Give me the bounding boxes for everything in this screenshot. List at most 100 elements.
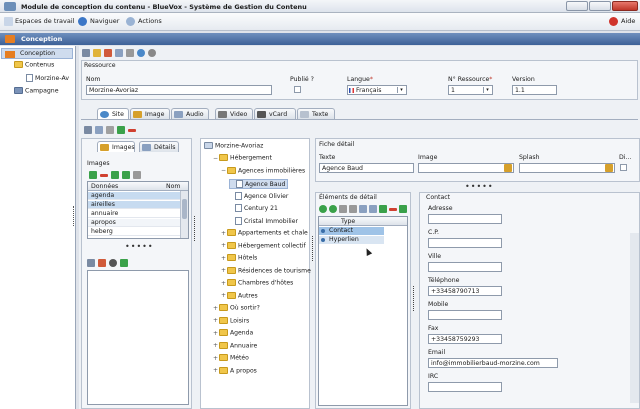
new-icon[interactable] bbox=[82, 49, 90, 57]
splash-field[interactable] bbox=[519, 163, 615, 173]
refresh-icon[interactable] bbox=[137, 49, 145, 57]
minus-icon[interactable] bbox=[389, 208, 397, 211]
resource-no-select[interactable]: 1 ▾ bbox=[448, 85, 493, 95]
nav-item-conception[interactable]: Conception bbox=[1, 48, 73, 59]
check-icon[interactable] bbox=[117, 126, 125, 134]
move-icon[interactable] bbox=[111, 171, 119, 179]
tab-images[interactable]: Images bbox=[97, 141, 135, 152]
copy-icon[interactable] bbox=[115, 49, 123, 57]
image-row[interactable]: apropos bbox=[88, 219, 180, 227]
type-column-header[interactable]: Type bbox=[319, 217, 407, 226]
chevron-down-icon[interactable]: ▾ bbox=[483, 87, 491, 93]
upload-icon[interactable] bbox=[122, 171, 130, 179]
contact-field-input[interactable]: +33458790713 bbox=[428, 286, 502, 296]
tab-image[interactable]: Image bbox=[130, 108, 170, 119]
splitter-handle-2[interactable]: ••••• bbox=[465, 182, 494, 191]
tab-audio[interactable]: Audio bbox=[171, 108, 209, 119]
nav-item-contenus[interactable]: Contenus bbox=[14, 61, 54, 69]
contact-field-input[interactable] bbox=[428, 310, 502, 320]
contact-scrollbar[interactable] bbox=[630, 233, 639, 403]
tab-site[interactable]: Site bbox=[97, 108, 129, 119]
image-row[interactable]: aireilles bbox=[88, 201, 180, 209]
tree-item[interactable]: + Où sortir? bbox=[213, 304, 260, 312]
help-button[interactable]: Aide bbox=[621, 17, 635, 25]
plus-icon[interactable] bbox=[379, 205, 387, 213]
splitter-handle[interactable]: ••••• bbox=[125, 242, 154, 251]
tree-item[interactable]: Century 21 bbox=[229, 204, 278, 212]
tree-item[interactable]: + Loisirs bbox=[213, 316, 249, 324]
save-small-icon[interactable] bbox=[98, 259, 106, 267]
reload-icon[interactable] bbox=[329, 205, 337, 213]
tree-item[interactable]: + Annuaire bbox=[213, 341, 257, 349]
image-field[interactable] bbox=[418, 163, 514, 173]
tree-item[interactable]: Cristal Immobilier bbox=[229, 216, 298, 225]
contact-field-input[interactable] bbox=[428, 382, 502, 392]
down-icon[interactable] bbox=[399, 205, 407, 213]
tree-item[interactable]: Agence Olivier bbox=[229, 191, 288, 200]
tree-item[interactable]: + Chambres d'hôtes bbox=[221, 279, 293, 287]
contact-field-input[interactable] bbox=[428, 238, 502, 248]
vertical-splitter-3[interactable] bbox=[413, 286, 416, 311]
language-select[interactable]: Français ▾ bbox=[347, 85, 407, 95]
chevron-down-icon[interactable]: ▾ bbox=[397, 87, 405, 93]
image-row[interactable]: heberg bbox=[88, 228, 180, 236]
tree-item[interactable]: + Agenda bbox=[213, 329, 253, 337]
element-row-hyperlien[interactable]: Hyperlien bbox=[319, 236, 384, 244]
actions-menu[interactable]: Actions bbox=[138, 17, 162, 25]
texte-field[interactable]: Agence Baud bbox=[319, 163, 414, 173]
refresh-small-icon[interactable] bbox=[319, 205, 327, 213]
tab-details[interactable]: Détails bbox=[139, 141, 179, 152]
contact-field-input[interactable]: info@immobilierbaud-morzine.com bbox=[428, 358, 558, 368]
grid-icon[interactable] bbox=[84, 126, 92, 134]
tree-item[interactable]: Agence Baud bbox=[229, 179, 289, 189]
tree-item[interactable]: − Hébergement bbox=[213, 154, 272, 162]
minimize-button[interactable] bbox=[566, 1, 588, 11]
save-icon[interactable] bbox=[104, 49, 112, 57]
folder-open-icon[interactable] bbox=[87, 259, 95, 267]
users-icon[interactable] bbox=[359, 205, 367, 213]
vertical-splitter[interactable] bbox=[194, 216, 197, 241]
contact-field-input[interactable] bbox=[428, 262, 502, 272]
tree-item[interactable]: − Agences immobilières bbox=[221, 166, 305, 174]
nav-item-morzine[interactable]: Morzine-Av bbox=[26, 74, 69, 82]
data-column-header[interactable]: Données bbox=[91, 183, 118, 190]
tree-root[interactable]: Morzine-Avoriaz bbox=[204, 142, 263, 150]
sort-icon[interactable] bbox=[349, 205, 357, 213]
navigate-menu[interactable]: Naviguer bbox=[90, 17, 119, 25]
tree-item[interactable]: + Appartements et chale bbox=[221, 229, 308, 237]
tree-item[interactable]: + A propos bbox=[213, 366, 257, 374]
di-checkbox[interactable] bbox=[620, 164, 627, 171]
check-small-icon[interactable] bbox=[120, 259, 128, 267]
name-column-header[interactable]: Nom bbox=[166, 183, 180, 190]
tab-video[interactable]: Video bbox=[215, 108, 253, 119]
workspaces-menu[interactable]: Espaces de travail bbox=[15, 17, 74, 25]
tree-item[interactable]: + Autres bbox=[221, 291, 258, 299]
download-icon[interactable] bbox=[133, 171, 141, 179]
element-row-contact[interactable]: Contact bbox=[319, 227, 384, 235]
globe-icon[interactable] bbox=[109, 259, 117, 267]
version-field[interactable]: 1.1 bbox=[512, 85, 557, 95]
nav-splitter[interactable] bbox=[73, 206, 76, 226]
add-icon[interactable] bbox=[89, 171, 97, 179]
delete-icon[interactable] bbox=[128, 129, 136, 132]
images-scrollbar[interactable] bbox=[180, 191, 188, 238]
list-icon[interactable] bbox=[106, 126, 114, 134]
tree-item[interactable]: + Météo bbox=[213, 354, 249, 362]
name-field[interactable]: Morzine-Avoriaz bbox=[86, 85, 272, 95]
image-row[interactable]: agenda bbox=[88, 192, 180, 200]
edit-icon[interactable] bbox=[95, 126, 103, 134]
public-checkbox[interactable] bbox=[294, 86, 301, 93]
contact-field-input[interactable] bbox=[428, 214, 502, 224]
image-row[interactable]: annuaire bbox=[88, 210, 180, 218]
filter-icon[interactable] bbox=[339, 205, 347, 213]
tab-texte[interactable]: Texte bbox=[297, 108, 335, 119]
nav-item-campagne[interactable]: Campagne bbox=[14, 87, 59, 95]
tree-item[interactable]: + Hôtels bbox=[221, 254, 257, 262]
link-icon[interactable] bbox=[126, 49, 134, 57]
image-browse-icon[interactable] bbox=[504, 164, 512, 172]
close-button[interactable] bbox=[612, 1, 638, 11]
tab-vcard[interactable]: vCard bbox=[254, 108, 296, 119]
maximize-button[interactable] bbox=[589, 1, 611, 11]
stop-icon[interactable] bbox=[148, 49, 156, 57]
contact-field-input[interactable]: +33458759293 bbox=[428, 334, 502, 344]
